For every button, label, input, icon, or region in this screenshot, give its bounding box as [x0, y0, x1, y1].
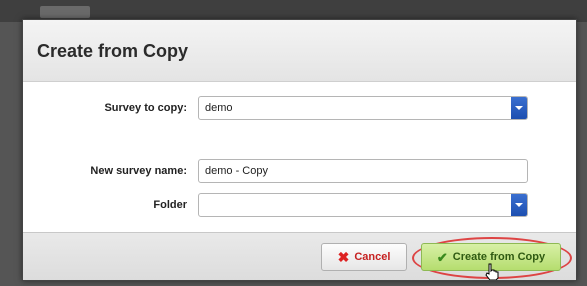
dialog-header: Create from Copy: [23, 20, 576, 82]
folder-select[interactable]: [198, 193, 528, 217]
survey-to-copy-label: Survey to copy:: [104, 102, 187, 114]
new-survey-name-field[interactable]: demo - Copy: [198, 159, 528, 183]
folder-label: Folder: [153, 199, 187, 211]
x-icon: ✖: [337, 249, 350, 265]
dialog-footer: ✖ Cancel ✔ Create from Copy: [23, 232, 576, 280]
checkmark-icon: ✔: [436, 249, 448, 265]
chevron-down-icon[interactable]: [511, 97, 527, 119]
cancel-button-label: Cancel: [354, 251, 391, 263]
background-tab: [40, 6, 90, 18]
survey-to-copy-value: demo: [205, 102, 233, 114]
hand-cursor-icon: [485, 263, 499, 280]
new-survey-name-value: demo - Copy: [205, 165, 268, 177]
chevron-down-icon[interactable]: [511, 194, 527, 216]
new-survey-name-label: New survey name:: [90, 165, 187, 177]
survey-to-copy-select[interactable]: demo: [198, 96, 528, 120]
create-from-copy-button-label: Create from Copy: [452, 251, 546, 263]
create-from-copy-dialog: Create from Copy Survey to copy: demo Ne…: [22, 19, 577, 281]
cancel-button[interactable]: ✖ Cancel: [321, 243, 407, 271]
dialog-title: Create from Copy: [37, 41, 189, 61]
